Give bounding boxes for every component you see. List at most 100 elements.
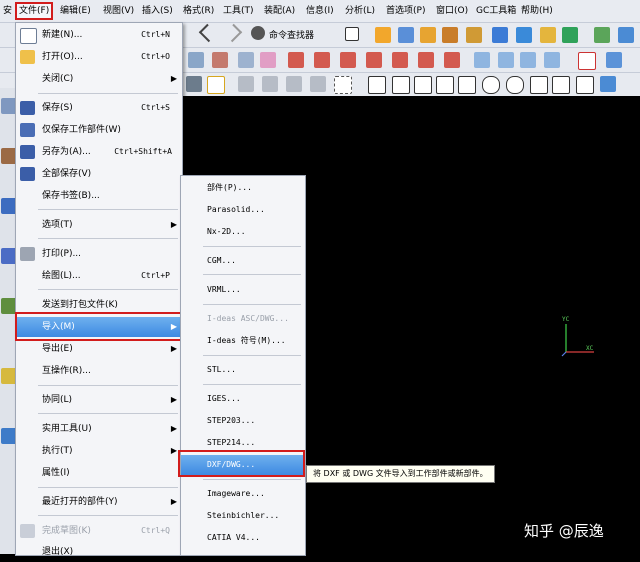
menu-item-recent-parts[interactable]: 最近打开的部件(Y) ▶ xyxy=(16,492,182,512)
sketch-icon[interactable] xyxy=(212,52,228,68)
book-icon[interactable] xyxy=(375,27,391,43)
sweep-icon[interactable] xyxy=(520,52,536,68)
import-item-cgm[interactable]: CGM... xyxy=(181,251,305,271)
import-item-catia-v4[interactable]: CATIA V4... xyxy=(181,528,305,548)
menu-item-save-bookmark[interactable]: 保存书签(B)... xyxy=(16,186,182,206)
menu-item-export[interactable]: 导出(E) ▶ xyxy=(16,339,182,359)
point-on-curve-icon[interactable] xyxy=(552,76,570,94)
menu-item-open[interactable]: 打开(O)... Ctrl+O xyxy=(16,47,182,67)
command-finder-button[interactable]: 命令查找器 xyxy=(269,28,314,41)
menu-item-close[interactable]: 关闭(C) ▶ xyxy=(16,69,182,89)
submenu-arrow-icon: ▶ xyxy=(170,497,177,506)
curve-icon[interactable] xyxy=(288,52,304,68)
menu-info[interactable]: 信息(I) xyxy=(304,4,336,18)
intersection-icon[interactable] xyxy=(458,76,476,94)
menu-view[interactable]: 视图(V) xyxy=(101,4,136,18)
menu-item-options[interactable]: 选项(T) ▶ xyxy=(16,215,182,235)
snap-points-icon[interactable] xyxy=(368,76,386,94)
corner-icon[interactable] xyxy=(392,52,408,68)
mesh-icon[interactable] xyxy=(498,52,514,68)
menu-separator xyxy=(203,355,301,356)
select-icon[interactable] xyxy=(345,27,359,41)
copy-icon[interactable] xyxy=(398,27,414,43)
spline-icon[interactable] xyxy=(444,52,460,68)
arc-icon[interactable] xyxy=(188,52,204,68)
fillet-curve-icon[interactable] xyxy=(418,52,434,68)
menu-item-collaborate[interactable]: 协同(L) ▶ xyxy=(16,390,182,410)
menu-help[interactable]: 帮助(H) xyxy=(519,4,555,18)
menu-item-properties[interactable]: 属性(I) xyxy=(16,463,182,483)
view-icon[interactable] xyxy=(238,76,254,92)
menu-item-new[interactable]: 新建(N)... Ctrl+N xyxy=(16,25,182,45)
menu-gc-toolbox[interactable]: GC工具箱 xyxy=(474,4,518,18)
render-icon[interactable] xyxy=(606,52,622,68)
route-icon[interactable] xyxy=(594,27,610,43)
menu-item-execute[interactable]: 执行(T) ▶ xyxy=(16,441,182,461)
surface-icon[interactable] xyxy=(474,52,490,68)
menu-item-save-as[interactable]: 另存为(A)... Ctrl+Shift+A xyxy=(16,142,182,162)
save-icon xyxy=(20,101,35,115)
arc-center-icon[interactable] xyxy=(482,76,500,94)
cylinder-icon[interactable] xyxy=(466,27,482,43)
menu-window[interactable]: 窗口(O) xyxy=(434,4,470,18)
menu-item-plot[interactable]: 绘图(L)... Ctrl+P xyxy=(16,266,182,286)
menu-format[interactable]: 格式(R) xyxy=(181,4,216,18)
assembly-icon[interactable] xyxy=(562,27,578,43)
orient-icon[interactable] xyxy=(286,76,302,92)
block-icon[interactable] xyxy=(420,27,436,43)
line-icon[interactable] xyxy=(314,52,330,68)
import-item-parasolid[interactable]: Parasolid... xyxy=(181,200,305,220)
mid-point-icon[interactable] xyxy=(414,76,432,94)
menu-item-utilities[interactable]: 实用工具(U) ▶ xyxy=(16,419,182,439)
import-item-iges[interactable]: IGES... xyxy=(181,389,305,409)
point-constructor-icon[interactable] xyxy=(207,76,225,94)
offset-icon[interactable] xyxy=(260,52,276,68)
menu-preferences[interactable]: 首选项(P) xyxy=(384,4,427,18)
menu-separator xyxy=(38,209,178,210)
feature-icon[interactable] xyxy=(492,27,508,43)
import-item-steinbichler[interactable]: Steinbichler... xyxy=(181,506,305,526)
import-item-part[interactable]: 部件(P)... xyxy=(181,178,305,198)
trim-curve-icon[interactable] xyxy=(340,52,356,68)
point-on-surface-icon[interactable] xyxy=(576,76,594,94)
trim-icon[interactable] xyxy=(516,27,532,43)
extrude-icon[interactable] xyxy=(442,27,458,43)
3d-view-icon[interactable] xyxy=(600,76,616,92)
import-item-step203[interactable]: STEP203... xyxy=(181,411,305,431)
extend-curve-icon[interactable] xyxy=(366,52,382,68)
menu-tools[interactable]: 工具(T) xyxy=(221,4,256,18)
control-point-icon[interactable] xyxy=(436,76,454,94)
cube-view-icon[interactable] xyxy=(262,76,278,92)
import-item-nx-2d[interactable]: Nx-2D... xyxy=(181,222,305,242)
menu-analysis[interactable]: 分析(L) xyxy=(343,4,377,18)
menu-separator xyxy=(38,93,178,94)
quadrant-icon[interactable] xyxy=(506,76,524,94)
menu-item-save-all[interactable]: 全部保存(V) xyxy=(16,164,182,184)
menu-edit[interactable]: 编辑(E) xyxy=(58,4,93,18)
menu-item-save[interactable]: 保存(S) Ctrl+S xyxy=(16,98,182,118)
rotate-icon[interactable] xyxy=(310,76,326,92)
import-item-imageware[interactable]: Imageware... xyxy=(181,484,305,504)
menu-separator xyxy=(38,238,178,239)
end-point-icon[interactable] xyxy=(392,76,410,94)
import-item-stl[interactable]: STL... xyxy=(181,360,305,380)
mirror-icon[interactable] xyxy=(238,52,254,68)
layer-icon[interactable] xyxy=(618,27,634,43)
menu-item-print[interactable]: 打印(P)... xyxy=(16,244,182,264)
menu-insert[interactable]: 插入(S) xyxy=(140,4,175,18)
import-item-vrml[interactable]: VRML... xyxy=(181,280,305,300)
menu-item-exit[interactable]: 退出(X) xyxy=(16,542,182,562)
menu-item-save-work-part[interactable]: 仅保存工作部件(W) xyxy=(16,120,182,140)
menu-item-interoperate[interactable]: 互操作(R)... xyxy=(16,361,182,381)
import-item-ideas-symbol[interactable]: I-deas 符号(M)... xyxy=(181,331,305,351)
existing-point-icon[interactable] xyxy=(530,76,548,94)
section-icon[interactable] xyxy=(544,52,560,68)
tooltip: 将 DXF 或 DWG 文件导入到工作部件或新部件。 xyxy=(306,465,495,483)
menu-assembly[interactable]: 装配(A) xyxy=(262,4,297,18)
move-icon[interactable] xyxy=(540,27,556,43)
snap-icon[interactable] xyxy=(186,76,202,92)
box-select-icon[interactable] xyxy=(334,76,352,94)
menu-bar: 安 文件(F) 编辑(E) 视图(V) 插入(S) 格式(R) 工具(T) 装配… xyxy=(0,0,640,23)
menu-file[interactable]: 文件(F) xyxy=(15,2,54,20)
snap-grid-icon[interactable] xyxy=(578,52,596,70)
